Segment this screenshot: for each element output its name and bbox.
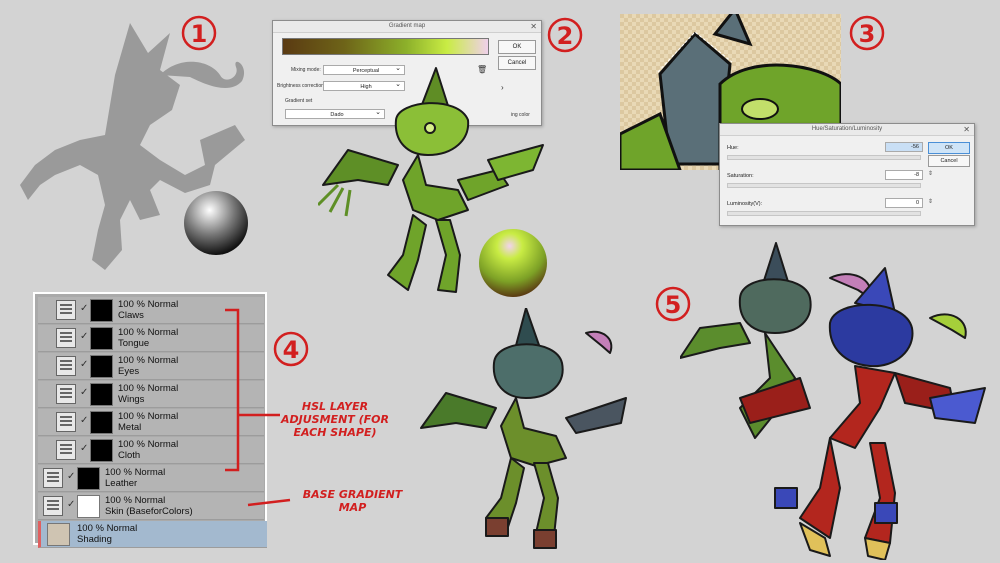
svg-text:2: 2 bbox=[557, 22, 574, 50]
saturation-slider[interactable] bbox=[727, 183, 921, 188]
layer-blend-mode: 100 % Normal bbox=[105, 467, 166, 478]
layer-mask-thumbnail bbox=[90, 299, 113, 322]
close-icon[interactable]: ✕ bbox=[963, 124, 970, 135]
layer-mask-thumbnail bbox=[90, 383, 113, 406]
gradient-map-title: Gradient map ✕ bbox=[273, 21, 541, 33]
layer-mask-thumbnail bbox=[90, 355, 113, 378]
ok-button[interactable]: OK bbox=[498, 40, 536, 54]
layer-mask-thumbnail bbox=[90, 439, 113, 462]
base-gradient-note: BASE GRADIENT MAP bbox=[302, 488, 403, 514]
green-sphere bbox=[479, 229, 547, 297]
layer-blend-mode: 100 % Normal bbox=[118, 327, 179, 338]
visibility-check-icon[interactable]: ✓ bbox=[67, 471, 75, 482]
visibility-check-icon[interactable]: ✓ bbox=[80, 415, 88, 426]
dialog-title-text: Gradient map bbox=[388, 23, 426, 29]
visibility-check-icon[interactable]: ✓ bbox=[67, 499, 75, 510]
hue-slider[interactable] bbox=[727, 155, 921, 160]
layer-type-icon bbox=[43, 496, 63, 516]
visibility-check-icon[interactable]: ✓ bbox=[80, 443, 88, 454]
layer-blend-mode: 100 % Normal bbox=[77, 523, 138, 534]
layer-type-icon bbox=[56, 412, 76, 432]
layer-row-shading[interactable]: 100 % Normal Shading bbox=[38, 521, 267, 548]
svg-text:3: 3 bbox=[859, 20, 876, 48]
hsl-layer-note: HSL LAYER ADJUSMENT (FOR EACH SHAPE) bbox=[281, 400, 389, 439]
layer-blend-mode: 100 % Normal bbox=[118, 411, 179, 422]
layer-thumbnail bbox=[47, 523, 70, 546]
saturation-input[interactable]: -8 bbox=[885, 170, 923, 180]
layer-type-icon bbox=[56, 300, 76, 320]
layer-mask-thumbnail bbox=[90, 411, 113, 434]
layer-mask-thumbnail bbox=[90, 327, 113, 350]
cancel-button[interactable]: Cancel bbox=[928, 155, 970, 167]
visibility-check-icon[interactable]: ✓ bbox=[80, 387, 88, 398]
layer-name: Tongue bbox=[118, 338, 150, 349]
layer-name: Cloth bbox=[118, 450, 141, 461]
layer-name: Wings bbox=[118, 394, 145, 405]
luminosity-spinner-icon[interactable]: ⇕ bbox=[928, 198, 933, 205]
dialog-title-text: Hue/Saturation/Luminosity bbox=[811, 126, 883, 132]
hsl-title: Hue/Saturation/Luminosity ✕ bbox=[720, 124, 974, 136]
ok-button[interactable]: OK bbox=[928, 142, 970, 154]
layer-blend-mode: 100 % Normal bbox=[118, 355, 179, 366]
layer-blend-mode: 100 % Normal bbox=[118, 383, 179, 394]
flat-color-goblin-illustration bbox=[420, 308, 627, 549]
layer-name: Shading bbox=[77, 534, 112, 545]
layer-type-icon bbox=[56, 440, 76, 460]
layer-blend-mode: 100 % Normal bbox=[118, 299, 179, 310]
layer-type-icon bbox=[56, 356, 76, 376]
luminosity-slider[interactable] bbox=[727, 211, 921, 216]
layer-name: Claws bbox=[118, 310, 144, 321]
visibility-check-icon[interactable]: ✓ bbox=[80, 331, 88, 342]
luminosity-input[interactable]: 0 bbox=[885, 198, 923, 208]
saturation-spinner-icon[interactable]: ⇕ bbox=[928, 170, 933, 177]
luminosity-label: Luminosity(V): bbox=[727, 201, 763, 207]
hue-label: Hue: bbox=[727, 145, 739, 151]
close-icon[interactable]: ✕ bbox=[530, 21, 537, 32]
final-goblins-illustration bbox=[680, 242, 986, 560]
mixing-mode-label: Mixing mode: bbox=[291, 67, 321, 73]
visibility-check-icon[interactable]: ✓ bbox=[80, 303, 88, 314]
svg-text:5: 5 bbox=[665, 291, 682, 319]
gradient-bar[interactable] bbox=[282, 38, 489, 55]
layer-name: Eyes bbox=[118, 366, 140, 377]
saturation-label: Saturation: bbox=[727, 173, 754, 179]
layer-mask-thumbnail bbox=[77, 495, 100, 518]
layer-mask-thumbnail bbox=[77, 467, 100, 490]
layer-name: Skin (BaseforColors) bbox=[105, 506, 193, 517]
layer-blend-mode: 100 % Normal bbox=[118, 439, 179, 450]
layer-type-icon bbox=[56, 328, 76, 348]
hsl-dialog: Hue/Saturation/Luminosity ✕ Hue: -56 ⇕ S… bbox=[719, 123, 975, 226]
step-number-2: 2 bbox=[546, 16, 584, 54]
layer-type-icon bbox=[56, 384, 76, 404]
layer-type-icon bbox=[43, 468, 63, 488]
layer-blend-mode: 100 % Normal bbox=[105, 495, 166, 506]
layer-name: Leather bbox=[105, 478, 138, 489]
step-number-3: 3 bbox=[848, 14, 886, 52]
layer-name: Metal bbox=[118, 422, 142, 433]
visibility-check-icon[interactable]: ✓ bbox=[80, 359, 88, 370]
grey-sphere bbox=[184, 191, 248, 255]
hue-input[interactable]: -56 bbox=[885, 142, 923, 152]
gradient-set-label: Gradient set bbox=[285, 98, 313, 104]
